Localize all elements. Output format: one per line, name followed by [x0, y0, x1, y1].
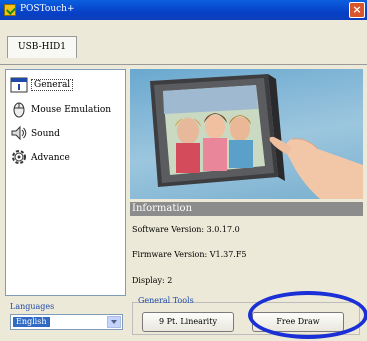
- linearity-button[interactable]: 9 Pt. Linearity: [142, 312, 234, 332]
- software-version: Software Version: 3.0.17.0: [132, 225, 240, 234]
- mouse-icon: [13, 102, 25, 118]
- information-header: Information: [130, 202, 363, 216]
- languages-label: Languages: [10, 302, 55, 311]
- nav-item-label: General: [31, 79, 74, 91]
- info-icon: [10, 77, 28, 93]
- language-select[interactable]: English: [10, 314, 123, 330]
- title-bar: POSTouch+ ×: [0, 0, 367, 20]
- nav-item-label: Mouse Emulation: [31, 105, 112, 115]
- nav-item-sound[interactable]: Sound: [10, 124, 122, 144]
- window-title: POSTouch+: [20, 4, 75, 14]
- firmware-version: Firmware Version: V1.37.F5: [132, 250, 247, 259]
- display-info: Display: 2: [132, 276, 173, 285]
- nav-item-label: Advance: [31, 153, 70, 163]
- photo-frame-illustration: [150, 74, 363, 199]
- close-icon: ×: [352, 3, 362, 16]
- nav-panel: General Mouse Emulation Sound Advance: [5, 69, 126, 296]
- tab-divider: [0, 64, 367, 65]
- speaker-icon: [11, 125, 27, 141]
- close-button[interactable]: ×: [349, 2, 365, 18]
- language-value: English: [13, 317, 50, 327]
- gear-icon: [12, 150, 26, 164]
- chevron-down-icon[interactable]: [107, 316, 121, 328]
- nav-item-general[interactable]: General: [10, 76, 122, 96]
- hero-image: [130, 69, 363, 199]
- nav-item-label: Sound: [31, 129, 60, 139]
- tab-strip: USB-HID1: [4, 24, 363, 64]
- nav-item-advance[interactable]: Advance: [10, 148, 122, 168]
- tab-usb-hid1[interactable]: USB-HID1: [7, 36, 77, 58]
- nav-item-mouse-emulation[interactable]: Mouse Emulation: [10, 100, 122, 120]
- free-draw-button[interactable]: Free Draw: [252, 312, 344, 332]
- content-panel: Information Software Version: 3.0.17.0 F…: [130, 69, 363, 337]
- app-icon: [4, 4, 16, 16]
- general-tools-label: General Tools: [138, 296, 194, 305]
